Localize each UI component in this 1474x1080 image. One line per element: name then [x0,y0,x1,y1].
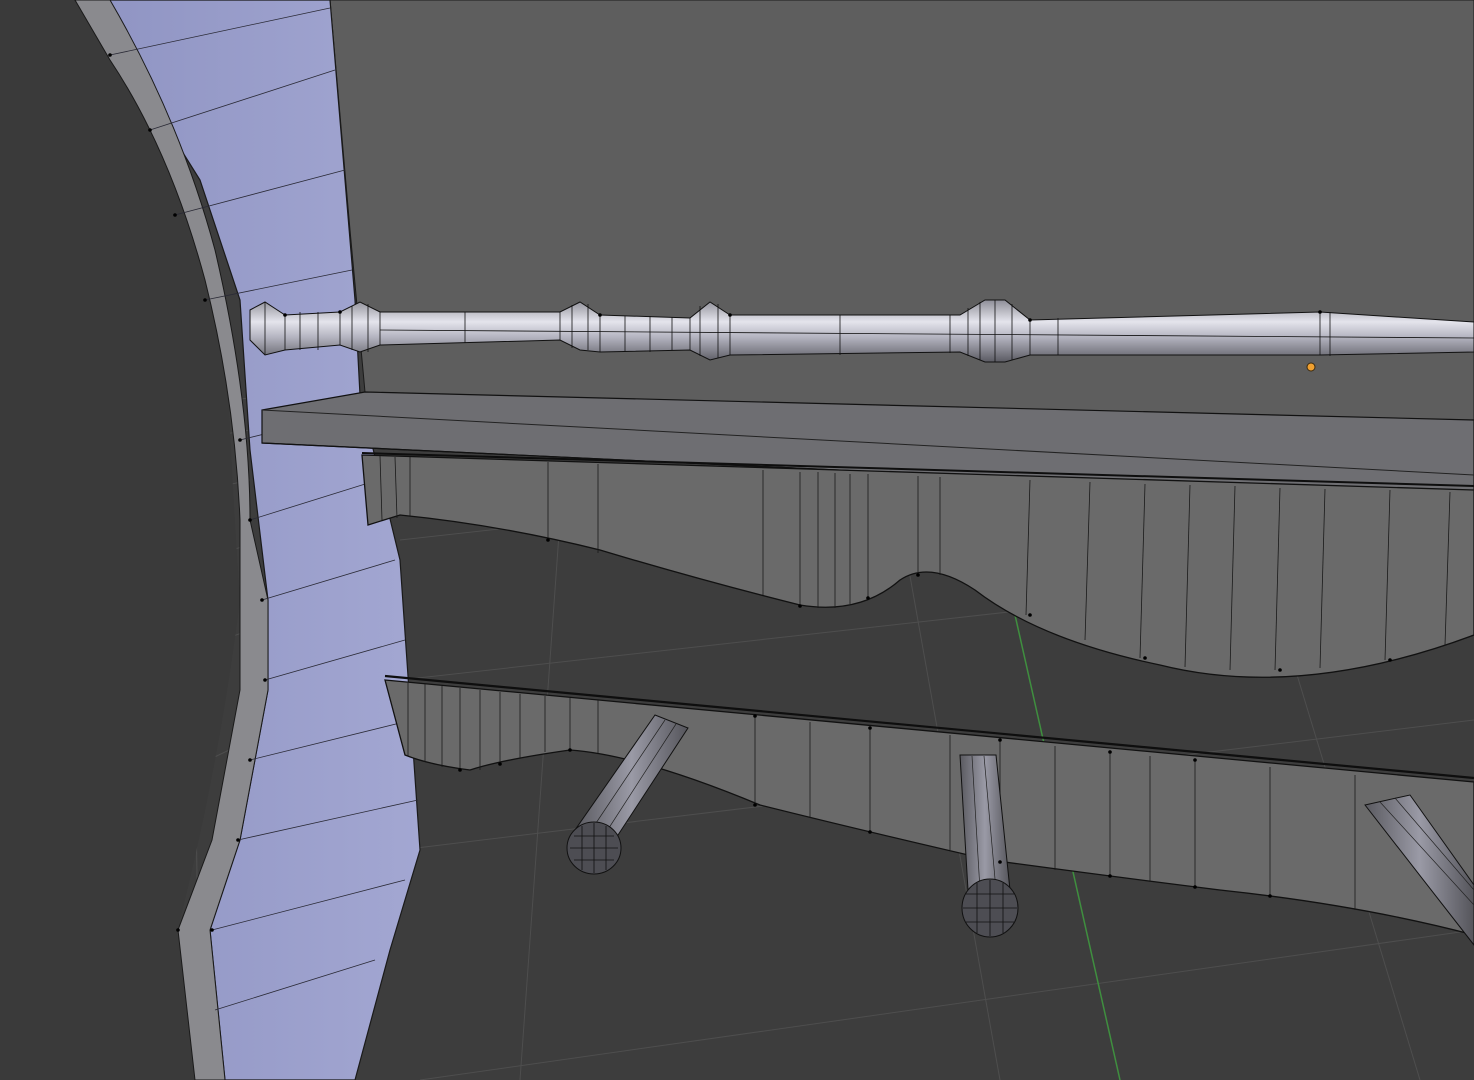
back-board[interactable] [329,0,1474,426]
object-origin-point[interactable] [1306,362,1316,372]
3d-viewport[interactable] [0,0,1474,1080]
